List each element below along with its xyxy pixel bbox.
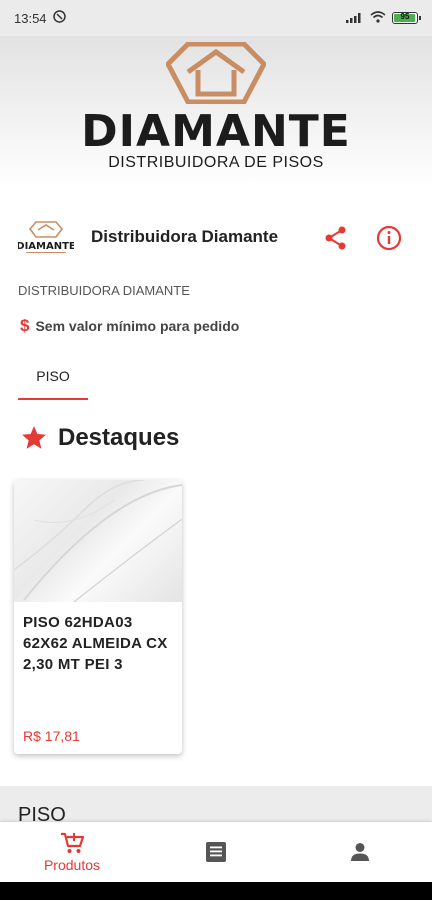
highlights-title: Destaques [58, 424, 180, 451]
sync-icon [52, 10, 66, 26]
share-button[interactable] [322, 224, 350, 252]
min-order-info: $ Sem valor mínimo para pedido [20, 316, 239, 336]
bottom-navigation: Produtos [0, 822, 432, 882]
product-price: R$ 17,81 [23, 728, 80, 744]
banner-subtitle: DISTRIBUIDORA DE PISOS [108, 154, 324, 171]
banner-brand: DIAMANTE [81, 106, 351, 157]
product-image [14, 480, 182, 602]
signal-icon [346, 11, 364, 26]
battery-level: 95 [400, 12, 410, 21]
orders-icon [206, 842, 226, 862]
cart-icon [61, 832, 85, 853]
nav-profile[interactable] [288, 822, 432, 882]
info-button[interactable] [375, 224, 403, 252]
share-icon [325, 226, 346, 250]
category-tabs: PISO [18, 352, 414, 402]
dollar-icon: $ [20, 316, 30, 335]
nav-orders[interactable] [144, 822, 288, 882]
status-time: 13:54 [14, 10, 47, 26]
info-icon [376, 225, 402, 251]
system-navigation-bar [0, 882, 432, 900]
active-tab-indicator [18, 398, 88, 400]
product-card[interactable]: PISO 62HDA03 62X62 ALMEIDA CX 2,30 MT PE… [14, 480, 182, 754]
nav-produtos-label: Produtos [43, 857, 101, 873]
profile-icon [351, 843, 369, 861]
star-icon [22, 426, 46, 449]
wifi-icon [370, 10, 386, 26]
tab-piso[interactable]: PISO [18, 352, 88, 400]
store-header: DIAMANTE Distribuidora Diamante [0, 214, 432, 262]
store-logo-icon: DIAMANTE [18, 221, 74, 253]
product-name: PISO 62HDA03 62X62 ALMEIDA CX 2,30 MT PE… [23, 614, 168, 673]
piso-section-header: PISO [0, 786, 432, 826]
store-label: DISTRIBUIDORA DIAMANTE [18, 283, 190, 298]
battery-icon: 95 [392, 12, 421, 24]
highlights-header: Destaques [20, 424, 179, 452]
status-bar: 13:54 95 [0, 0, 432, 36]
min-order-text: Sem valor mínimo para pedido [35, 318, 240, 334]
store-logo-text: DIAMANTE [18, 241, 74, 252]
nav-produtos[interactable]: Produtos [0, 822, 144, 882]
diamond-house-logo-icon [166, 42, 266, 104]
store-name: Distribuidora Diamante [91, 227, 279, 246]
store-banner: DIAMANTE DISTRIBUIDORA DE PISOS [0, 36, 432, 188]
